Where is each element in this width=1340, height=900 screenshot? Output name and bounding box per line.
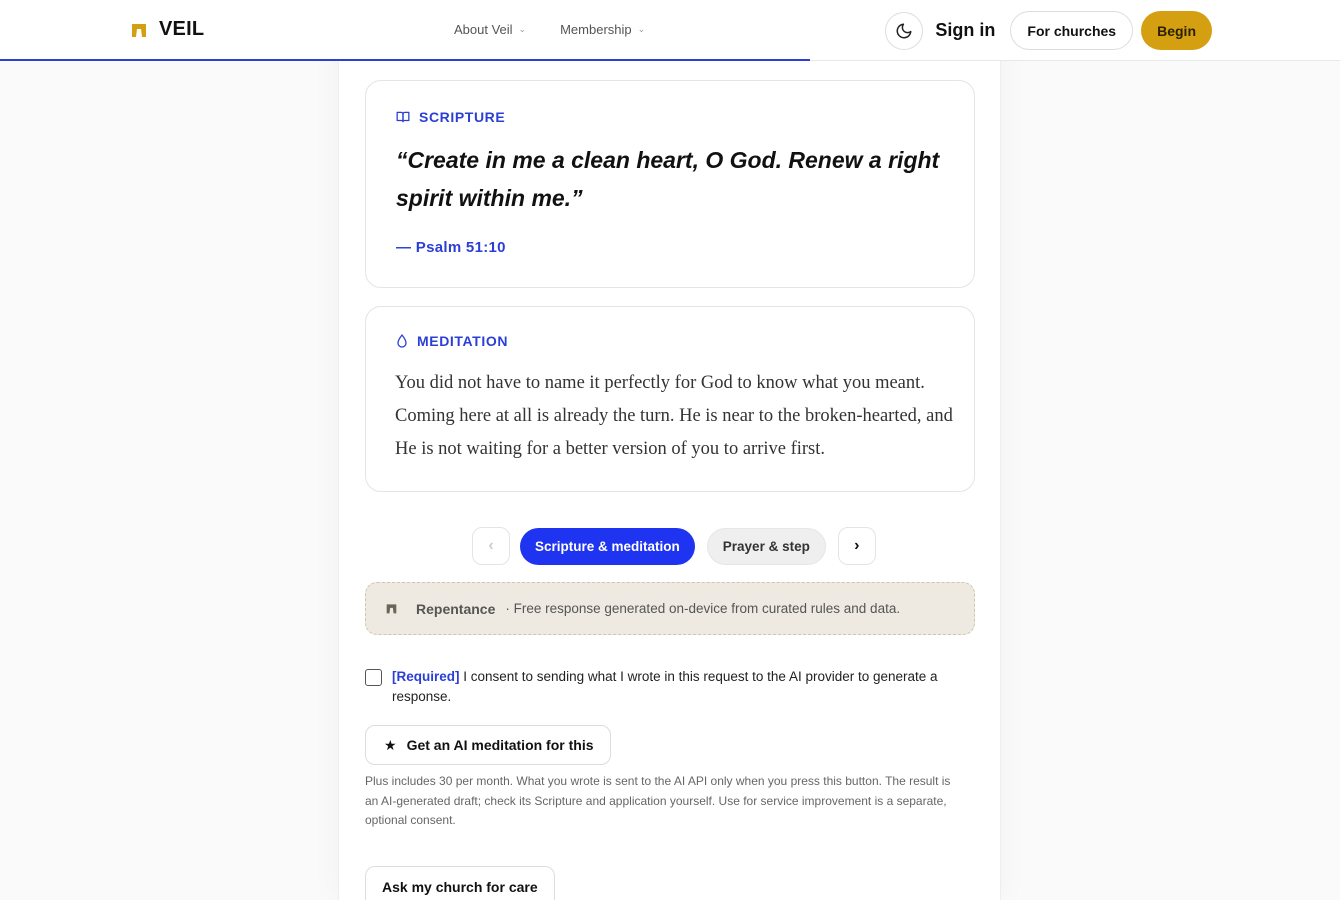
tab-prayer-step[interactable]: Prayer & step	[706, 527, 826, 565]
ai-meditation-button[interactable]: ★ Get an AI meditation for this	[365, 725, 611, 765]
ask-church-care-button[interactable]: Ask my church for care	[365, 866, 555, 900]
main-nav: About Veil ⌄ Membership ⌄	[454, 22, 645, 37]
brand-name: VEIL	[159, 18, 205, 40]
star-icon: ★	[384, 736, 397, 753]
consent-text: I consent to sending what I wrote in thi…	[392, 669, 938, 704]
theme-toggle-button[interactable]	[885, 11, 924, 50]
repentance-banner: Repentance · Free response generated on-…	[365, 582, 975, 635]
sign-in-link[interactable]: Sign in	[935, 20, 995, 41]
consent-checkbox[interactable]	[365, 669, 382, 686]
begin-button[interactable]: Begin	[1141, 11, 1212, 50]
step-pager: ‹ Scripture & meditation Prayer & step ›	[472, 527, 876, 565]
ai-consent: [Required] I consent to sending what I w…	[365, 667, 965, 707]
chevron-down-icon: ⌄	[637, 24, 646, 34]
scripture-quote: “Create in me a clean heart, O God. Rene…	[396, 147, 940, 211]
droplet-icon	[397, 334, 407, 348]
banner-text: · Free response generated on-device from…	[505, 601, 901, 616]
tab-scripture-meditation[interactable]: Scripture & meditation	[520, 527, 695, 565]
nav-about-veil[interactable]: About Veil ⌄	[454, 22, 526, 37]
next-step-button[interactable]: ›	[837, 527, 876, 565]
nav-membership[interactable]: Membership ⌄	[560, 22, 645, 37]
meditation-card: MEDITATION You did not have to name it p…	[365, 306, 975, 492]
scripture-reference: — Psalm 51:10	[396, 239, 506, 256]
brand-logo[interactable]: VEIL	[131, 18, 204, 41]
prev-step-button[interactable]: ‹	[472, 527, 510, 565]
chevron-down-icon: ⌄	[518, 24, 527, 34]
reading-progress-bar	[0, 59, 810, 61]
site-header: VEIL About Veil ⌄ Membership ⌄ Sign in F…	[0, 0, 1340, 61]
veil-logo-icon	[132, 23, 146, 37]
ai-usage-note: Plus includes 30 per month. What you wro…	[365, 774, 951, 827]
veil-logo-icon	[386, 604, 397, 614]
banner-tag: Repentance	[416, 600, 496, 617]
header-actions: Sign in For churches Begin	[885, 11, 1212, 50]
meditation-label: MEDITATION	[396, 333, 508, 349]
scripture-label: SCRIPTURE	[396, 109, 505, 125]
for-churches-button[interactable]: For churches	[1010, 11, 1134, 50]
meditation-text: You did not have to name it perfectly fo…	[395, 373, 953, 459]
moon-icon	[896, 23, 912, 38]
open-book-icon	[396, 111, 410, 123]
required-tag: [Required]	[392, 669, 460, 684]
consent-label[interactable]: [Required] I consent to sending what I w…	[392, 667, 965, 707]
scripture-card: SCRIPTURE “Create in me a clean heart, O…	[365, 80, 975, 288]
